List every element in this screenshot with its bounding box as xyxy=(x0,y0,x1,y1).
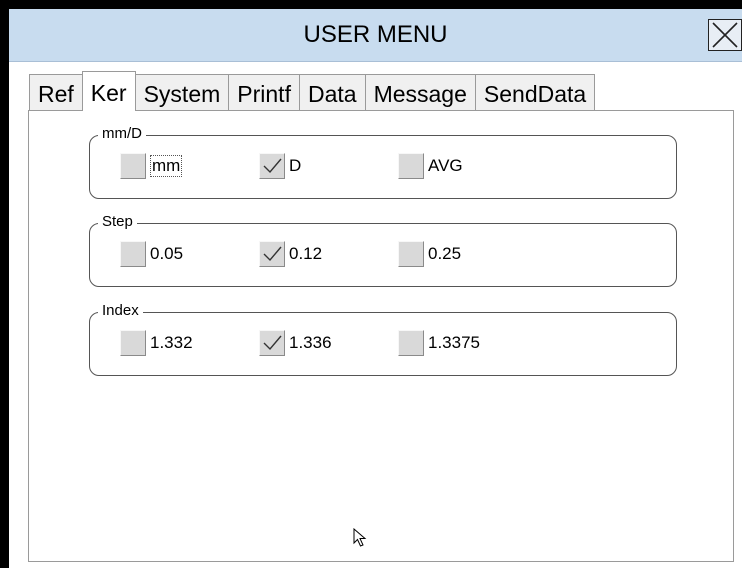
index-1336-label: 1.336 xyxy=(289,333,332,352)
index-1336-checkbox[interactable] xyxy=(259,330,285,356)
tab-ker[interactable]: Ker xyxy=(81,71,136,111)
tab-ref[interactable]: Ref xyxy=(29,74,83,111)
mm-label: mm xyxy=(150,155,183,177)
index-1332-checkbox[interactable] xyxy=(120,330,146,356)
tab-data[interactable]: Data xyxy=(298,74,366,111)
index-13375-label: 1.3375 xyxy=(428,333,480,352)
mmd-group-label: mm/D xyxy=(98,124,146,144)
step-option-025[interactable]: 0.25 xyxy=(398,240,461,268)
step-012-checkbox[interactable] xyxy=(259,241,285,267)
step-012-label: 0.12 xyxy=(289,244,323,263)
tab-bar: Ref Ker System Printf Data Message SendD… xyxy=(29,71,596,111)
index-1332-label: 1.332 xyxy=(150,333,193,352)
ker-tab-panel: mm/D mm D AVG Step 0.05 0.12 0.25 Index … xyxy=(28,110,734,562)
tab-system[interactable]: System xyxy=(134,74,230,111)
title-bar: USER MENU xyxy=(9,9,742,62)
user-menu-window: USER MENU Ref Ker System Printf Data Mes… xyxy=(9,9,742,568)
index-option-1332[interactable]: 1.332 xyxy=(120,329,193,357)
step-option-012[interactable]: 0.12 xyxy=(259,240,322,268)
step-025-label: 0.25 xyxy=(428,244,462,263)
checkmark-icon xyxy=(263,335,282,351)
avg-label: AVG xyxy=(428,156,463,175)
index-group: Index 1.332 1.336 1.3375 xyxy=(89,301,677,376)
step-group-label: Step xyxy=(98,212,137,232)
d-label: D xyxy=(289,156,302,175)
mm-checkbox[interactable] xyxy=(120,153,146,179)
mmd-option-d[interactable]: D xyxy=(259,152,301,180)
step-005-label: 0.05 xyxy=(150,244,184,263)
checkmark-icon xyxy=(263,158,282,174)
mmd-option-avg[interactable]: AVG xyxy=(398,152,463,180)
step-group: Step 0.05 0.12 0.25 xyxy=(89,212,677,287)
d-checkbox[interactable] xyxy=(259,153,285,179)
mmd-option-mm[interactable]: mm xyxy=(120,152,183,180)
close-button[interactable] xyxy=(708,19,742,51)
window-title: USER MENU xyxy=(303,21,448,48)
tab-printf[interactable]: Printf xyxy=(228,74,300,111)
step-option-005[interactable]: 0.05 xyxy=(120,240,183,268)
step-005-checkbox[interactable] xyxy=(120,241,146,267)
index-option-13375[interactable]: 1.3375 xyxy=(398,329,480,357)
index-option-1336[interactable]: 1.336 xyxy=(259,329,332,357)
close-icon xyxy=(712,22,738,48)
checkmark-icon xyxy=(263,246,282,262)
index-group-label: Index xyxy=(98,301,143,321)
index-13375-checkbox[interactable] xyxy=(398,330,424,356)
avg-checkbox[interactable] xyxy=(398,153,424,179)
tab-message[interactable]: Message xyxy=(364,74,476,111)
mouse-pointer-icon xyxy=(353,528,367,547)
step-025-checkbox[interactable] xyxy=(398,241,424,267)
mmd-group: mm/D mm D AVG xyxy=(89,124,677,199)
tab-senddata[interactable]: SendData xyxy=(474,74,596,111)
